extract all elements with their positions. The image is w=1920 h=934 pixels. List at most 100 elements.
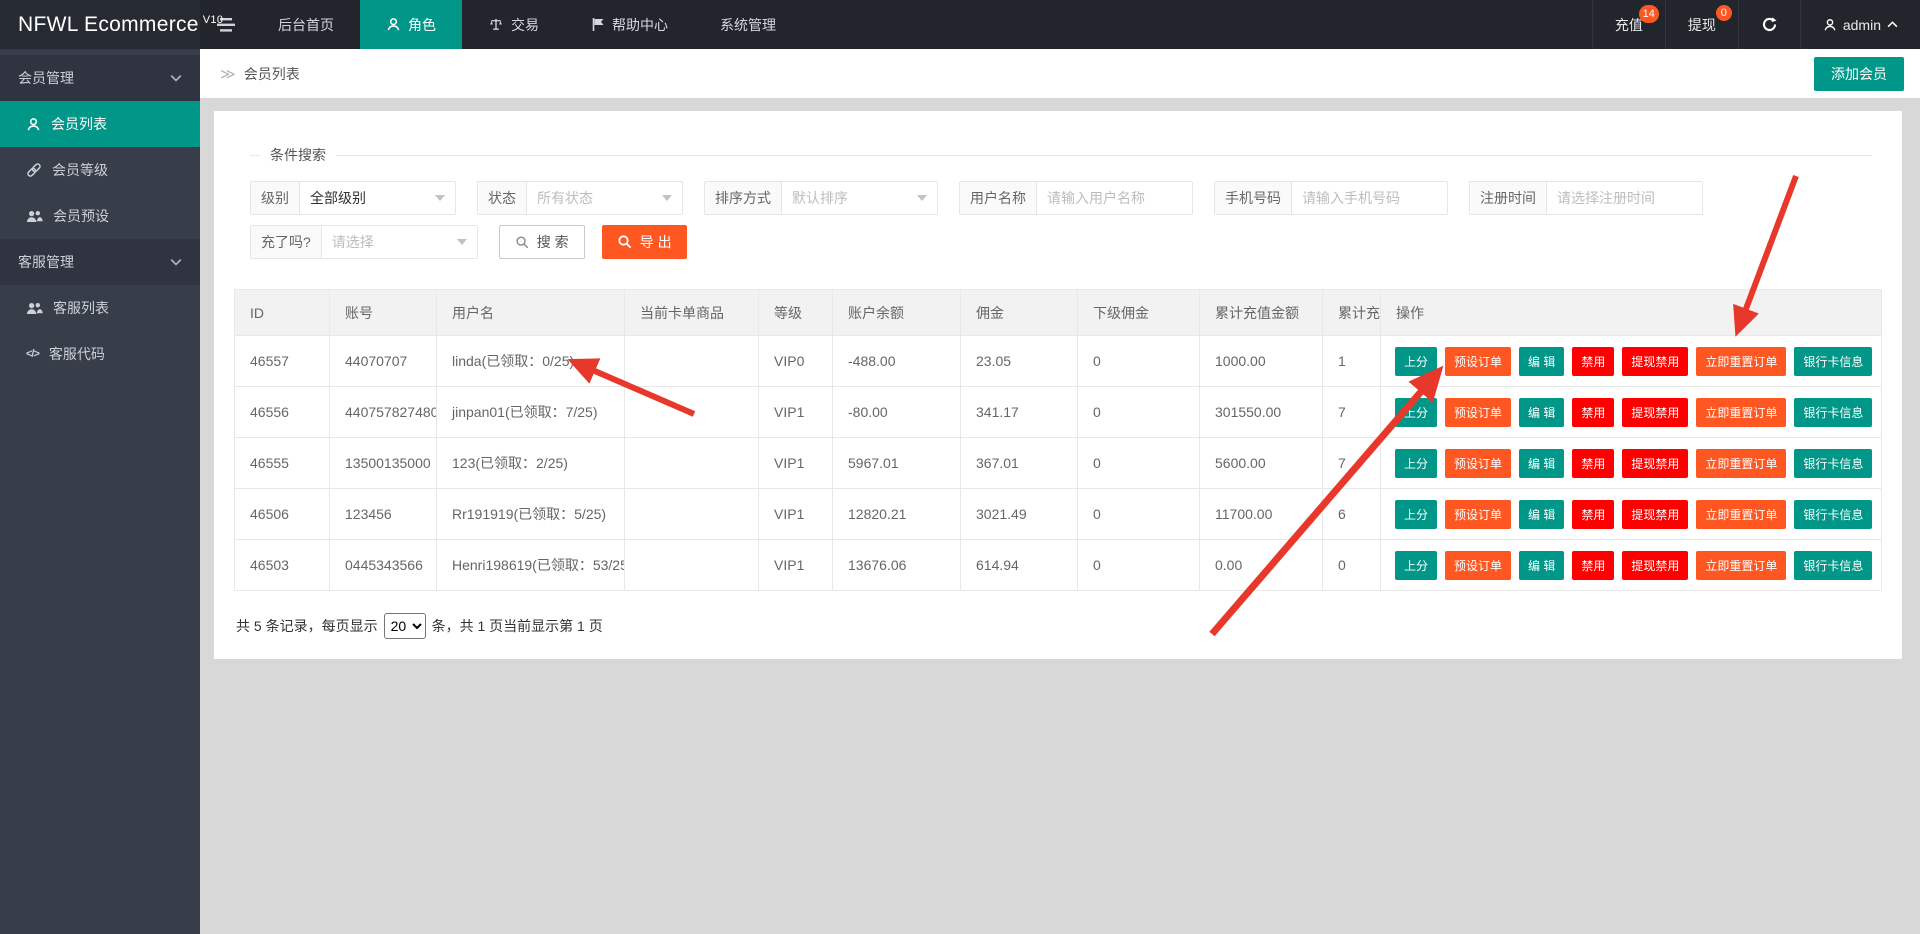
sidebar-item-member-list[interactable]: 会员列表 <box>0 101 200 147</box>
add-points-button[interactable]: 上分 <box>1395 398 1437 427</box>
edit-button[interactable]: 编 辑 <box>1519 500 1564 529</box>
preset-order-button[interactable]: 预设订单 <box>1445 551 1511 580</box>
app-version: V10 <box>203 14 223 26</box>
bank-info-button[interactable]: 银行卡信息 <box>1794 551 1872 580</box>
flag-icon <box>591 17 605 32</box>
sort-filter: 排序方式 默认排序 <box>704 181 938 215</box>
table-cell: 46557 <box>235 336 330 387</box>
status-select[interactable]: 所有状态 <box>527 182 682 214</box>
table-cell: 46555 <box>235 438 330 489</box>
add-points-button[interactable]: 上分 <box>1395 500 1437 529</box>
level-select[interactable]: 全部级别 <box>300 182 455 214</box>
search-button[interactable]: 搜 索 <box>499 225 585 259</box>
topmenu-item-trade[interactable]: 交易 <box>462 0 565 49</box>
column-header: 操作 <box>1381 290 1882 336</box>
export-button[interactable]: 导 出 <box>602 225 687 259</box>
bank-info-button[interactable]: 银行卡信息 <box>1794 500 1872 529</box>
table-row: 465030445343566Henri198619(已领取：53/25)VIP… <box>235 540 1882 591</box>
table-cell: Henri198619(已领取：53/25) <box>437 540 625 591</box>
reset-order-button[interactable]: 立即重置订单 <box>1696 500 1786 529</box>
preset-order-button[interactable]: 预设订单 <box>1445 449 1511 478</box>
reset-order-button[interactable]: 立即重置订单 <box>1696 449 1786 478</box>
withdraw-disable-button[interactable]: 提现禁用 <box>1622 347 1688 376</box>
sidebar: 会员管理 会员列表 <box>0 49 200 934</box>
disable-button[interactable]: 禁用 <box>1572 347 1614 376</box>
recharge-button[interactable]: 充值 14 <box>1592 0 1665 49</box>
sidebar-item-member-preset[interactable]: 会员预设 <box>0 193 200 239</box>
breadcrumb-chevrons-icon: ≫ <box>220 65 236 83</box>
add-points-button[interactable]: 上分 <box>1395 347 1437 376</box>
row-actions: 上分预设订单编 辑禁用提现禁用立即重置订单银行卡信息... <box>1381 489 1882 540</box>
edit-button[interactable]: 编 辑 <box>1519 551 1564 580</box>
more-actions[interactable]: ... <box>1880 353 1881 369</box>
reset-order-button[interactable]: 立即重置订单 <box>1696 551 1786 580</box>
add-member-button[interactable]: 添加会员 <box>1814 57 1904 91</box>
table-cell: VIP0 <box>759 336 833 387</box>
more-actions[interactable]: ... <box>1880 506 1881 522</box>
sort-select[interactable]: 默认排序 <box>782 182 937 214</box>
filter-row-2: 充了吗? 请选择 搜 索 <box>250 225 1882 259</box>
disable-button[interactable]: 禁用 <box>1572 449 1614 478</box>
disable-button[interactable]: 禁用 <box>1572 500 1614 529</box>
reset-order-button[interactable]: 立即重置订单 <box>1696 347 1786 376</box>
preset-order-button[interactable]: 预设订单 <box>1445 500 1511 529</box>
page-size-select[interactable]: 20 <box>384 613 426 639</box>
users-icon <box>26 301 43 316</box>
reset-order-button[interactable]: 立即重置订单 <box>1696 398 1786 427</box>
add-points-button[interactable]: 上分 <box>1395 551 1437 580</box>
regtime-input[interactable] <box>1547 182 1702 214</box>
withdraw-button[interactable]: 提现 0 <box>1665 0 1738 49</box>
topmenu-item-system[interactable]: 系统管理 <box>694 0 802 49</box>
topbar: NFWL Ecommerce V10 后台首页 角色 <box>0 0 1920 49</box>
user-menu[interactable]: admin <box>1800 0 1920 49</box>
disable-button[interactable]: 禁用 <box>1572 551 1614 580</box>
disable-button[interactable]: 禁用 <box>1572 398 1614 427</box>
withdraw-disable-button[interactable]: 提现禁用 <box>1622 551 1688 580</box>
row-actions: 上分预设订单编 辑禁用提现禁用立即重置订单银行卡信息... <box>1381 438 1882 489</box>
table-cell: 46503 <box>235 540 330 591</box>
more-actions[interactable]: ... <box>1880 557 1881 573</box>
more-actions[interactable]: ... <box>1880 404 1881 420</box>
sidebar-group-service-management[interactable]: 客服管理 <box>0 239 200 285</box>
recharged-select[interactable]: 请选择 <box>322 226 477 258</box>
table-cell: VIP1 <box>759 387 833 438</box>
topmenu-item-role[interactable]: 角色 <box>360 0 462 49</box>
table-cell: 13500135000 <box>330 438 437 489</box>
preset-order-button[interactable]: 预设订单 <box>1445 347 1511 376</box>
add-points-button[interactable]: 上分 <box>1395 449 1437 478</box>
withdraw-disable-button[interactable]: 提现禁用 <box>1622 449 1688 478</box>
topmenu-item-help[interactable]: 帮助中心 <box>565 0 694 49</box>
table-cell: 7 <box>1323 438 1381 489</box>
edit-button[interactable]: 编 辑 <box>1519 347 1564 376</box>
table-cell: 44070707 <box>330 336 437 387</box>
username-input[interactable] <box>1037 182 1192 214</box>
sidebar-item-service-list[interactable]: 客服列表 <box>0 285 200 331</box>
more-actions[interactable]: ... <box>1880 455 1881 471</box>
top-menu: 后台首页 角色 交易 <box>252 0 802 49</box>
bank-info-button[interactable]: 银行卡信息 <box>1794 347 1872 376</box>
edit-button[interactable]: 编 辑 <box>1519 449 1564 478</box>
table-cell: linda(已领取：0/25) <box>437 336 625 387</box>
bank-info-button[interactable]: 银行卡信息 <box>1794 449 1872 478</box>
withdraw-disable-button[interactable]: 提现禁用 <box>1622 398 1688 427</box>
bank-info-button[interactable]: 银行卡信息 <box>1794 398 1872 427</box>
preset-order-button[interactable]: 预设订单 <box>1445 398 1511 427</box>
sidebar-item-service-code[interactable]: </> 客服代码 <box>0 331 200 377</box>
code-icon: </> <box>26 348 39 360</box>
table-cell: 440757827480 <box>330 387 437 438</box>
table-cell: 123456 <box>330 489 437 540</box>
table-cell: VIP1 <box>759 540 833 591</box>
column-header: 等级 <box>759 290 833 336</box>
refresh-button[interactable] <box>1738 0 1800 49</box>
table-cell: 12820.21 <box>833 489 961 540</box>
column-header: 佣金 <box>961 290 1078 336</box>
edit-button[interactable]: 编 辑 <box>1519 398 1564 427</box>
table-cell: 0 <box>1078 387 1200 438</box>
phone-input[interactable] <box>1292 182 1447 214</box>
topmenu-item-home[interactable]: 后台首页 <box>252 0 360 49</box>
table-row: 46556440757827480jinpan01(已领取：7/25)VIP1-… <box>235 387 1882 438</box>
sidebar-item-member-level[interactable]: 会员等级 <box>0 147 200 193</box>
sidebar-group-member-management[interactable]: 会员管理 <box>0 55 200 101</box>
withdraw-disable-button[interactable]: 提现禁用 <box>1622 500 1688 529</box>
table-cell: 13676.06 <box>833 540 961 591</box>
